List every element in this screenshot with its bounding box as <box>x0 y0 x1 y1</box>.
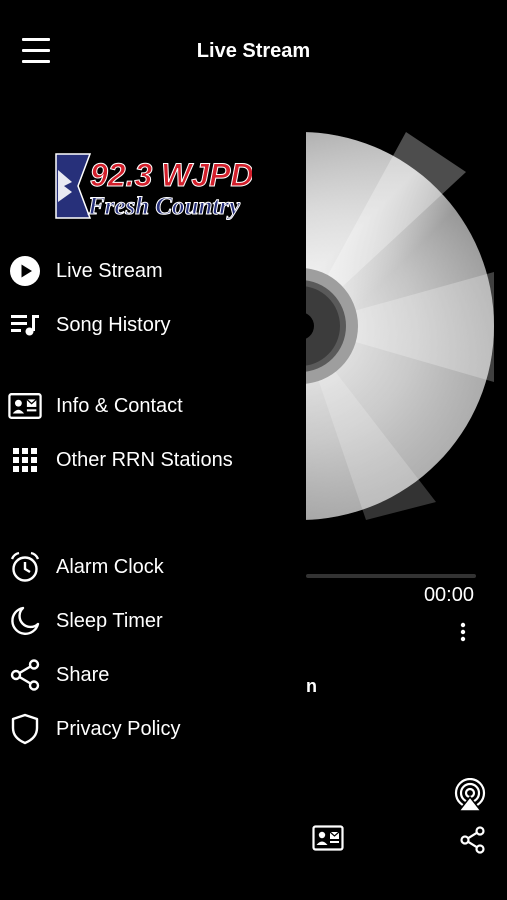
menu-item-other-stations[interactable]: Other RRN Stations <box>0 438 306 482</box>
grid-icon <box>8 443 42 477</box>
shield-icon <box>8 712 42 746</box>
cd-artwork <box>306 132 494 520</box>
menu-item-song-history[interactable]: Song History <box>0 303 306 347</box>
share-icon <box>8 658 42 692</box>
alarm-clock-icon <box>8 550 42 584</box>
menu-label: Other RRN Stations <box>56 448 233 471</box>
menu-item-sleep-timer[interactable]: Sleep Timer <box>0 599 306 643</box>
menu-label: Share <box>56 663 110 686</box>
song-history-icon <box>8 308 42 342</box>
menu-label: Info & Contact <box>56 394 183 417</box>
menu-label: Alarm Clock <box>56 555 164 578</box>
top-bar: Live Stream <box>0 0 507 100</box>
play-circle-icon <box>8 254 42 288</box>
menu-label: Song History <box>56 313 171 336</box>
menu-item-alarm-clock[interactable]: Alarm Clock <box>0 545 306 589</box>
menu-label: Sleep Timer <box>56 609 163 632</box>
station-logo: 92.3 WJPD Fresh Country <box>55 153 252 221</box>
menu-item-info-contact[interactable]: Info & Contact <box>0 384 306 428</box>
page-title: Live Stream <box>196 40 311 62</box>
airplay-icon[interactable] <box>453 778 487 812</box>
moon-icon <box>8 604 42 638</box>
menu-item-share[interactable]: Share <box>0 653 306 697</box>
contact-card-icon[interactable] <box>312 825 344 851</box>
menu-item-privacy-policy[interactable]: Privacy Policy <box>0 707 306 751</box>
menu-item-live-stream[interactable]: Live Stream <box>0 249 306 293</box>
elapsed-time: 00:00 <box>423 584 474 606</box>
contact-card-icon <box>8 389 42 423</box>
player-area: 00:00 n <box>306 100 507 900</box>
share-icon[interactable] <box>460 826 486 854</box>
logo-line1: 92.3 WJPD <box>90 157 252 193</box>
menu-label: Privacy Policy <box>56 717 181 740</box>
progress-bar[interactable] <box>306 574 476 578</box>
menu-label: Live Stream <box>56 259 163 282</box>
track-title-partial: n <box>306 676 317 696</box>
logo-line2: Fresh Country <box>87 193 241 220</box>
navigation-drawer: 92.3 WJPD Fresh Country Live Stream Song… <box>0 100 306 900</box>
more-options-icon[interactable] <box>456 621 470 643</box>
